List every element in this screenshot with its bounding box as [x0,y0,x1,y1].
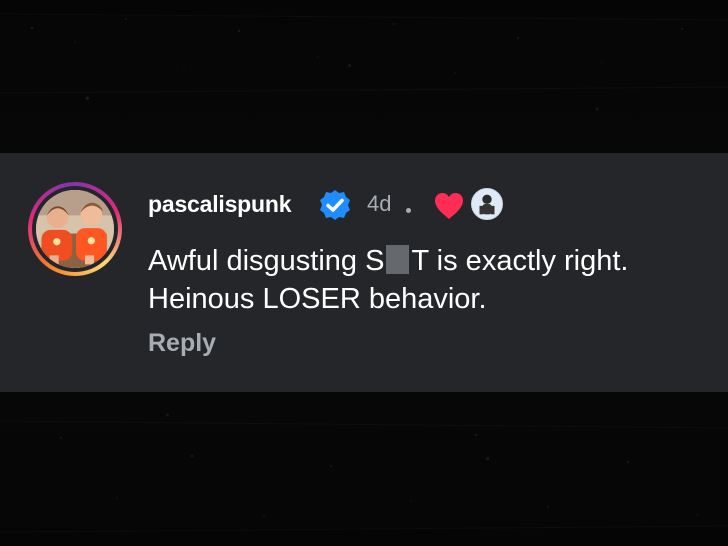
background: pascalispunk 4d Awful disgusting S T is e… [0,0,728,546]
reply-button[interactable]: Reply [148,329,216,358]
user-avatar-image [36,190,114,268]
avatar-gap [32,186,118,272]
comment-text-before-censor: Awful disgusting S [148,245,385,277]
story-avatar-ring[interactable] [28,182,122,276]
comment-text-line-2: Heinous LOSER behavior. [148,283,487,315]
comment-text-after-censor: T is exactly right. [411,245,629,277]
liker-avatar-image [472,189,502,219]
heart-icon[interactable] [433,191,465,221]
censor-bar [386,245,410,274]
comment-card: pascalispunk 4d Awful disgusting S T is e… [0,153,728,392]
meta-separator-dot [406,208,411,213]
verified-badge-icon [320,190,350,220]
liker-avatar-icon[interactable] [471,188,503,220]
comment-time: 4d [367,191,392,216]
user-avatar[interactable] [36,190,114,268]
username-link[interactable]: pascalispunk [148,191,292,218]
comment-text: Awful disgusting S T is exactly right. He… [148,242,708,318]
